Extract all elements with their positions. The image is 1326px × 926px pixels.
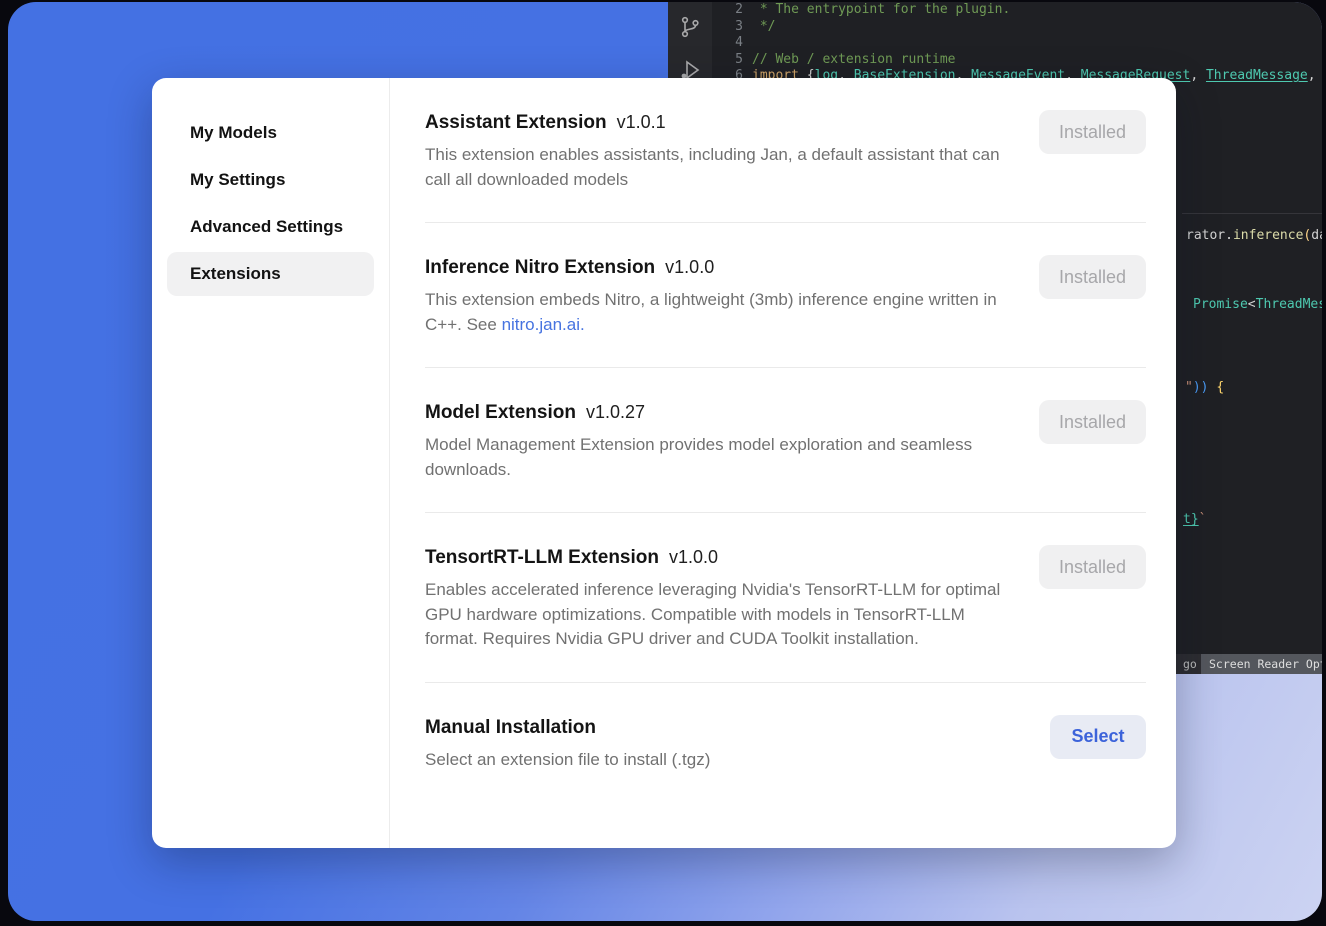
screenshot-canvas: 2 * The entrypoint for the plugin. 3 */ … bbox=[0, 0, 1326, 926]
extension-title: Manual Installation bbox=[425, 717, 596, 738]
extension-row-model: Model Extension v1.0.27 Model Management … bbox=[425, 368, 1146, 513]
extension-info: Manual Installation Select an extension … bbox=[425, 717, 710, 773]
extension-description: Select an extension file to install (.tg… bbox=[425, 748, 710, 773]
nitro-jan-ai-link[interactable]: nitro.jan.ai. bbox=[502, 315, 585, 334]
extension-description: Model Management Extension provides mode… bbox=[425, 433, 1007, 482]
extension-description: This extension enables assistants, inclu… bbox=[425, 143, 1007, 192]
extension-row-assistant: Assistant Extension v1.0.1 This extension… bbox=[425, 112, 1146, 223]
code-text: */ bbox=[752, 19, 775, 36]
editor-divider-line bbox=[1182, 213, 1322, 214]
code-line: 4 bbox=[712, 35, 1322, 52]
punct-token: , bbox=[1190, 68, 1206, 83]
import-id: ThreadMessage bbox=[1206, 68, 1308, 83]
installed-button[interactable]: Installed bbox=[1039, 400, 1146, 444]
code-text: * The entrypoint for the plugin. bbox=[752, 2, 1010, 19]
extension-heading: Manual Installation bbox=[425, 717, 710, 739]
code-token: Promise bbox=[1193, 297, 1248, 312]
settings-modal: My Models My Settings Advanced Settings … bbox=[152, 78, 1176, 848]
sidebar-item-advanced-settings[interactable]: Advanced Settings bbox=[167, 205, 374, 249]
code-line: 5 // Web / extension runtime bbox=[712, 52, 1322, 69]
extension-row-tensorrt-llm: TensortRT-LLM Extension v1.0.0 Enables ac… bbox=[425, 513, 1146, 683]
sidebar-item-my-models[interactable]: My Models bbox=[167, 111, 374, 155]
settings-sidebar: My Models My Settings Advanced Settings … bbox=[152, 78, 390, 848]
extension-version: v1.0.0 bbox=[669, 547, 718, 567]
sidebar-item-label: My Models bbox=[190, 123, 277, 143]
code-token: < bbox=[1248, 297, 1256, 312]
select-button[interactable]: Select bbox=[1050, 715, 1146, 759]
code-token: ThreadMessage bbox=[1256, 297, 1322, 312]
code-token: inference bbox=[1233, 228, 1303, 243]
extension-heading: Assistant Extension v1.0.1 bbox=[425, 112, 1007, 134]
line-number: 2 bbox=[712, 2, 752, 19]
installed-button[interactable]: Installed bbox=[1039, 545, 1146, 589]
extension-info: Model Extension v1.0.27 Model Management … bbox=[425, 402, 1007, 482]
extension-row-inference-nitro: Inference Nitro Extension v1.0.0 This ext… bbox=[425, 223, 1146, 368]
extension-info: Inference Nitro Extension v1.0.0 This ext… bbox=[425, 257, 1007, 337]
code-text: // Web / extension runtime bbox=[752, 52, 956, 69]
status-item-screen-reader[interactable]: Screen Reader Optimized bbox=[1201, 654, 1322, 674]
extension-title: Assistant Extension bbox=[425, 112, 607, 133]
line-number: 5 bbox=[712, 52, 752, 69]
extensions-list: Assistant Extension v1.0.1 This extension… bbox=[390, 78, 1176, 848]
installed-button[interactable]: Installed bbox=[1039, 255, 1146, 299]
punct-token: , bbox=[1308, 68, 1322, 83]
extension-version: v1.0.0 bbox=[665, 257, 714, 277]
code-token: )) bbox=[1193, 380, 1216, 395]
extension-title: TensortRT-LLM Extension bbox=[425, 547, 659, 568]
code-token: t} bbox=[1183, 512, 1199, 527]
code-token: ` bbox=[1199, 512, 1207, 527]
code-token: { bbox=[1216, 380, 1224, 395]
extension-description: Enables accelerated inference leveraging… bbox=[425, 578, 1007, 652]
desktop-window: 2 * The entrypoint for the plugin. 3 */ … bbox=[8, 2, 1322, 921]
code-token: data bbox=[1311, 228, 1322, 243]
extension-version: v1.0.1 bbox=[617, 112, 666, 132]
extension-heading: TensortRT-LLM Extension v1.0.0 bbox=[425, 547, 1007, 569]
code-line: 2 * The entrypoint for the plugin. bbox=[712, 2, 1322, 19]
code-line: 3 */ bbox=[712, 19, 1322, 36]
installed-button[interactable]: Installed bbox=[1039, 110, 1146, 154]
extension-info: Assistant Extension v1.0.1 This extension… bbox=[425, 112, 1007, 192]
source-control-icon[interactable] bbox=[678, 15, 702, 39]
code-fragment: rator.inference(data)); bbox=[1186, 228, 1322, 244]
code-fragment: t}` bbox=[1183, 512, 1206, 528]
sidebar-item-label: My Settings bbox=[190, 170, 285, 190]
extension-version: v1.0.27 bbox=[586, 402, 645, 422]
extension-info: TensortRT-LLM Extension v1.0.0 Enables ac… bbox=[425, 547, 1007, 652]
extension-heading: Inference Nitro Extension v1.0.0 bbox=[425, 257, 1007, 279]
line-number: 4 bbox=[712, 35, 752, 52]
sidebar-item-extensions[interactable]: Extensions bbox=[167, 252, 374, 296]
status-item[interactable]: go bbox=[1183, 654, 1197, 674]
code-fragment: ")) { bbox=[1185, 380, 1224, 396]
code-fragment: Promise<ThreadMessage> bbox=[1193, 297, 1322, 313]
line-number: 3 bbox=[712, 19, 752, 36]
extension-title: Inference Nitro Extension bbox=[425, 257, 655, 278]
sidebar-item-my-settings[interactable]: My Settings bbox=[167, 158, 374, 202]
extension-row-manual-installation: Manual Installation Select an extension … bbox=[425, 683, 1146, 803]
code-token: rator. bbox=[1186, 228, 1233, 243]
code-token: " bbox=[1185, 380, 1193, 395]
extension-title: Model Extension bbox=[425, 402, 576, 423]
extension-heading: Model Extension v1.0.27 bbox=[425, 402, 1007, 424]
extension-description: This extension embeds Nitro, a lightweig… bbox=[425, 288, 1007, 337]
sidebar-item-label: Extensions bbox=[190, 264, 281, 284]
sidebar-item-label: Advanced Settings bbox=[190, 217, 343, 237]
